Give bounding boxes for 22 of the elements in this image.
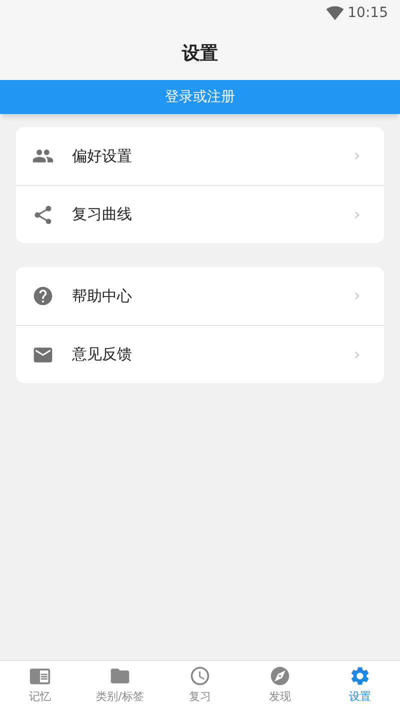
row-label: 复习曲线 [72,204,133,226]
tab[interactable]: 记忆 [0,661,80,710]
tab[interactable]: 发现 [240,661,320,710]
login-button[interactable]: 登录或注册 [0,80,400,114]
row-label: 帮助中心 [72,286,133,307]
settings-row[interactable]: 偏好设置 [16,127,384,185]
tab[interactable]: 设置 [320,661,400,710]
tab[interactable]: 类别/标签 [80,661,160,710]
page-title: 设置 [182,42,218,66]
settings-row[interactable]: 复习曲线 [16,185,384,243]
clock-icon [189,665,211,688]
share-icon [32,204,54,226]
row-label: 偏好设置 [72,146,133,167]
settings-icon [349,665,371,688]
settings-row[interactable]: 意见反馈 [16,325,384,383]
tab[interactable]: 复习 [160,661,240,710]
wifi-icon [326,4,344,22]
compass-icon [269,665,291,688]
status-time: 10:15 [348,4,388,22]
row-label: 意见反馈 [72,344,133,366]
help-icon [32,285,54,307]
settings-row[interactable]: 帮助中心 [16,267,384,325]
